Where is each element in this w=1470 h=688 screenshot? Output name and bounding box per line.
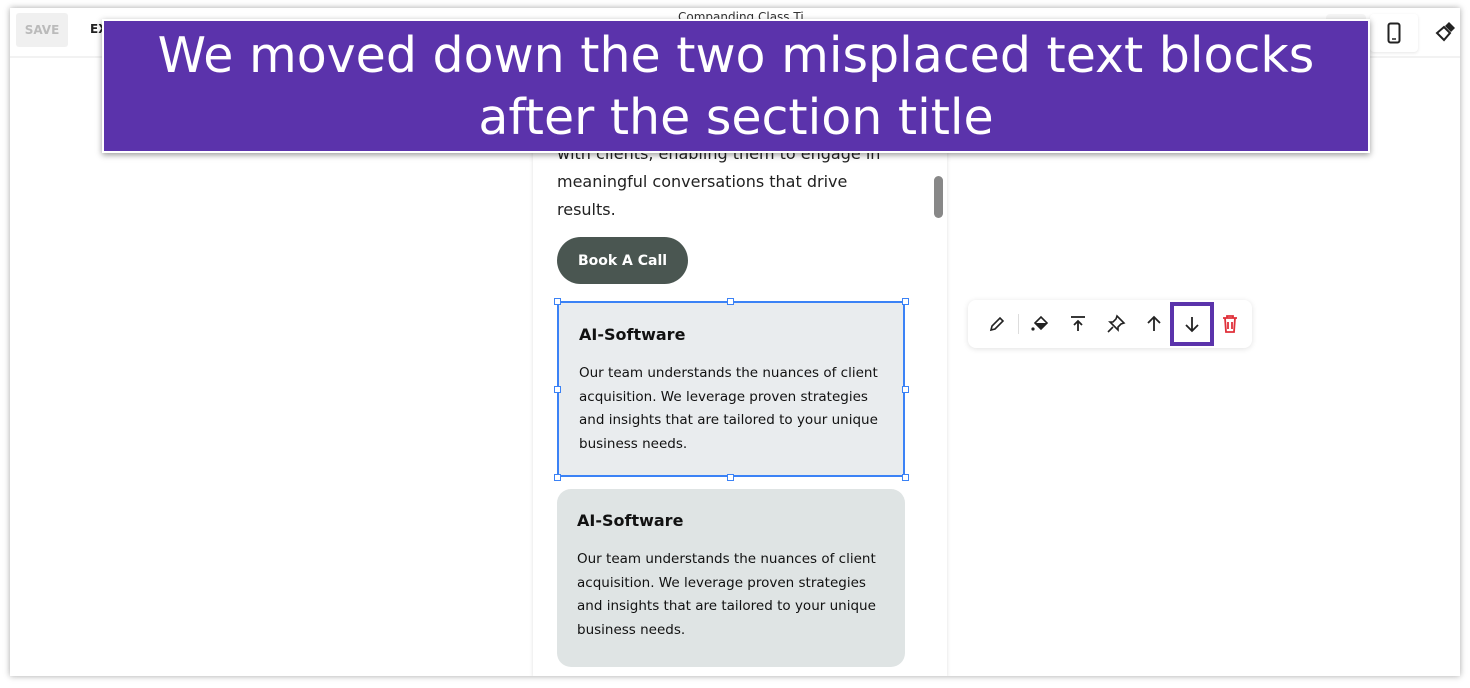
text-block[interactable]: AI-Software Our team understands the nua… (557, 489, 905, 667)
body-text-line: meaningful conversations that drive (557, 172, 848, 191)
resize-handle[interactable] (902, 474, 909, 481)
move-to-top-icon[interactable] (1059, 305, 1097, 343)
scrollbar-thumb[interactable] (934, 176, 943, 218)
resize-handle[interactable] (727, 298, 734, 305)
card-title: AI-Software (577, 511, 684, 530)
divider (1018, 314, 1019, 334)
book-a-call-button[interactable]: Book A Call (557, 237, 688, 284)
save-button[interactable]: SAVE (16, 13, 68, 47)
mobile-view-button[interactable] (1370, 14, 1418, 52)
resize-handle[interactable] (554, 298, 561, 305)
annotation-banner: We moved down the two misplaced text blo… (102, 19, 1370, 153)
arrow-up-icon[interactable] (1135, 305, 1173, 343)
card-body: Our team understands the nuances of clie… (577, 551, 876, 638)
banner-line: We moved down the two misplaced text blo… (157, 27, 1315, 84)
banner-line: after the section title (478, 89, 994, 146)
resize-handle[interactable] (554, 474, 561, 481)
brush-icon[interactable] (1435, 20, 1457, 46)
trash-icon[interactable] (1211, 305, 1249, 343)
resize-handle[interactable] (554, 386, 561, 393)
selected-text-block[interactable]: AI-Software Our team understands the nua… (557, 301, 905, 477)
pin-icon[interactable] (1097, 305, 1135, 343)
card-title: AI-Software (579, 325, 686, 344)
mobile-icon (1387, 22, 1401, 44)
arrow-down-icon[interactable] (1170, 302, 1214, 346)
resize-handle[interactable] (902, 386, 909, 393)
card-body: Our team understands the nuances of clie… (579, 365, 878, 452)
element-toolbar (968, 300, 1252, 348)
pencil-icon[interactable] (978, 305, 1016, 343)
resize-handle[interactable] (727, 474, 734, 481)
paint-bucket-icon[interactable] (1021, 305, 1059, 343)
resize-handle[interactable] (902, 298, 909, 305)
body-text-line: results. (557, 200, 616, 219)
